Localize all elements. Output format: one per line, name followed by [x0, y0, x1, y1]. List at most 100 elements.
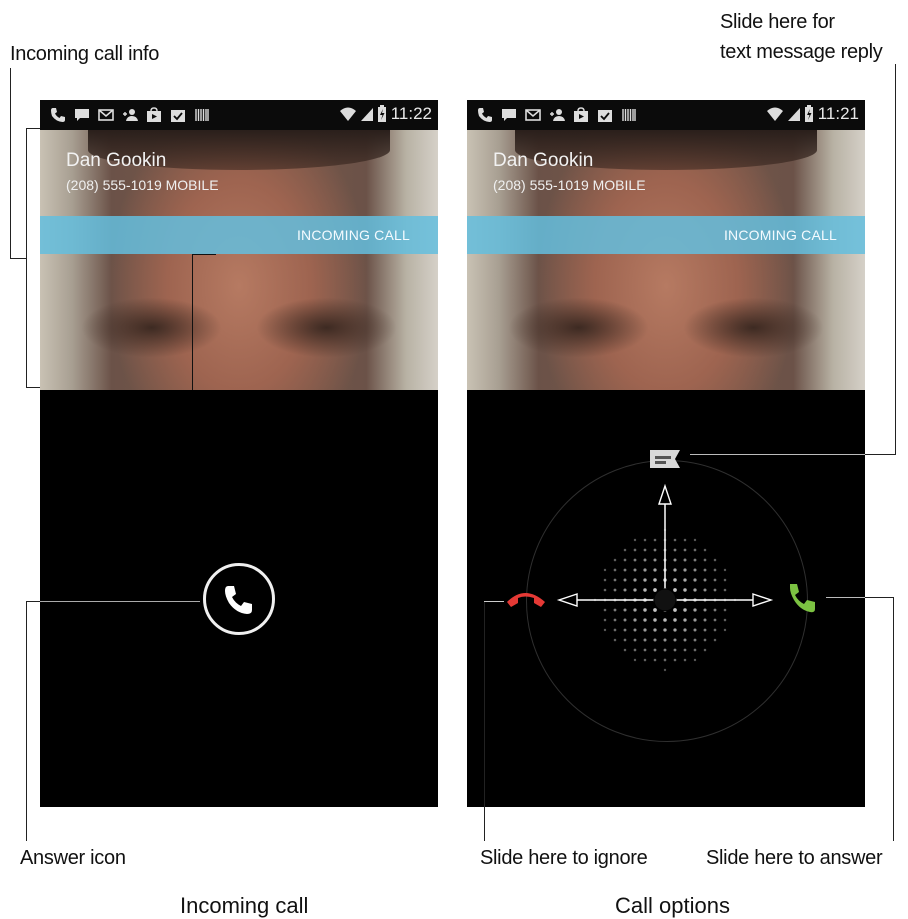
grid-dot: [673, 658, 677, 662]
grid-dot: [653, 538, 657, 542]
grid-dot: [663, 648, 667, 652]
grid-dot: [613, 608, 617, 612]
leader-line: [10, 258, 26, 259]
grid-dot: [643, 648, 647, 652]
right-arrow-head: [752, 593, 774, 607]
grid-dot: [673, 568, 677, 572]
status-right: 11:22: [339, 104, 432, 124]
grid-dot: [693, 658, 697, 662]
grid-dot: [693, 648, 697, 652]
bracket-line: [26, 128, 27, 388]
grid-dot: [653, 568, 657, 572]
phone-screen-incoming-call: 11:22 Dan Gookin (208) 555-1019 MOBILE I…: [40, 100, 438, 807]
wifi-icon: [339, 107, 356, 121]
grid-dot: [673, 588, 677, 592]
grid-dot: [683, 638, 687, 642]
grid-dot: [703, 558, 707, 562]
grid-dot: [623, 568, 627, 572]
grid-dot: [723, 588, 727, 592]
grid-dot: [623, 558, 627, 562]
grid-dot: [693, 638, 697, 642]
grid-dot: [633, 548, 637, 552]
grid-dot: [683, 538, 687, 542]
grid-dot: [653, 578, 657, 582]
callout-slide-ignore: Slide here to ignore: [480, 847, 648, 869]
grid-dot: [653, 588, 657, 592]
battery-charging-icon: [377, 105, 386, 122]
signal-icon: [360, 108, 373, 121]
grid-dot: [603, 628, 607, 632]
grid-dot: [643, 578, 647, 582]
left-arrow-head: [556, 593, 578, 607]
grid-dot: [673, 648, 677, 652]
grid-dot: [653, 658, 657, 662]
slide-handle[interactable]: [653, 588, 677, 612]
leader-line: [192, 254, 193, 390]
leader-line: [40, 601, 200, 602]
grid-dot: [693, 618, 697, 622]
task-check-icon: [171, 110, 185, 122]
grid-dot: [643, 548, 647, 552]
mail-icon: [98, 109, 114, 121]
grid-dot: [613, 578, 617, 582]
grid-dot: [613, 568, 617, 572]
grid-dot: [653, 608, 657, 612]
bracket-line: [26, 387, 40, 388]
grid-dot: [633, 628, 637, 632]
leader-line: [192, 254, 216, 255]
grid-dot: [713, 618, 717, 622]
grid-dot: [683, 568, 687, 572]
grid-dot: [673, 538, 677, 542]
grid-dot: [643, 568, 647, 572]
text-reply-icon[interactable]: [650, 450, 680, 468]
leader-line: [484, 601, 504, 602]
grid-dot: [603, 568, 607, 572]
grid-dot: [693, 558, 697, 562]
callout-answer-icon: Answer icon: [20, 847, 126, 869]
grid-dot: [643, 658, 647, 662]
grid-dot: [673, 638, 677, 642]
grid-dot: [603, 618, 607, 622]
grid-dot: [693, 628, 697, 632]
grid-dot: [613, 588, 617, 592]
grid-dot: [713, 568, 717, 572]
answer-button[interactable]: [203, 563, 275, 635]
grid-dot: [723, 578, 727, 582]
grid-dot: [673, 618, 677, 622]
callout-text-reply-line2: text message reply: [720, 41, 883, 63]
grid-dot: [693, 588, 697, 592]
leader-line: [26, 601, 40, 602]
incoming-call-label: INCOMING CALL: [296, 227, 410, 243]
phone-icon: [51, 108, 65, 122]
grid-dot: [613, 638, 617, 642]
leader-line: [484, 601, 485, 841]
grid-dot: [623, 588, 627, 592]
grid-dot: [723, 568, 727, 572]
grid-dot: [643, 538, 647, 542]
barcode-icon: [195, 109, 209, 121]
grid-dot: [603, 578, 607, 582]
decline-icon[interactable]: [507, 593, 545, 607]
caller-number: (208) 555-1019 MOBILE: [66, 177, 219, 193]
play-store-icon: [147, 107, 161, 122]
callout-slide-answer: Slide here to answer: [706, 847, 883, 869]
grid-dot: [713, 638, 717, 642]
leader-line: [10, 68, 11, 258]
status-clock: 11:22: [390, 104, 432, 123]
grid-dot: [663, 618, 667, 622]
grid-dot: [613, 618, 617, 622]
grid-dot: [713, 588, 717, 592]
grid-dot: [693, 568, 697, 572]
leader-line: [826, 597, 865, 598]
leader-line: [893, 597, 894, 841]
leader-line: [690, 454, 865, 455]
grid-dot: [713, 628, 717, 632]
grid-dot: [703, 548, 707, 552]
grid-dot: [633, 638, 637, 642]
answer-icon[interactable]: [790, 584, 815, 613]
grid-dot: [713, 558, 717, 562]
grid-dot: [623, 578, 627, 582]
grid-dot: [623, 638, 627, 642]
leader-line: [26, 601, 27, 841]
grid-dot: [643, 638, 647, 642]
